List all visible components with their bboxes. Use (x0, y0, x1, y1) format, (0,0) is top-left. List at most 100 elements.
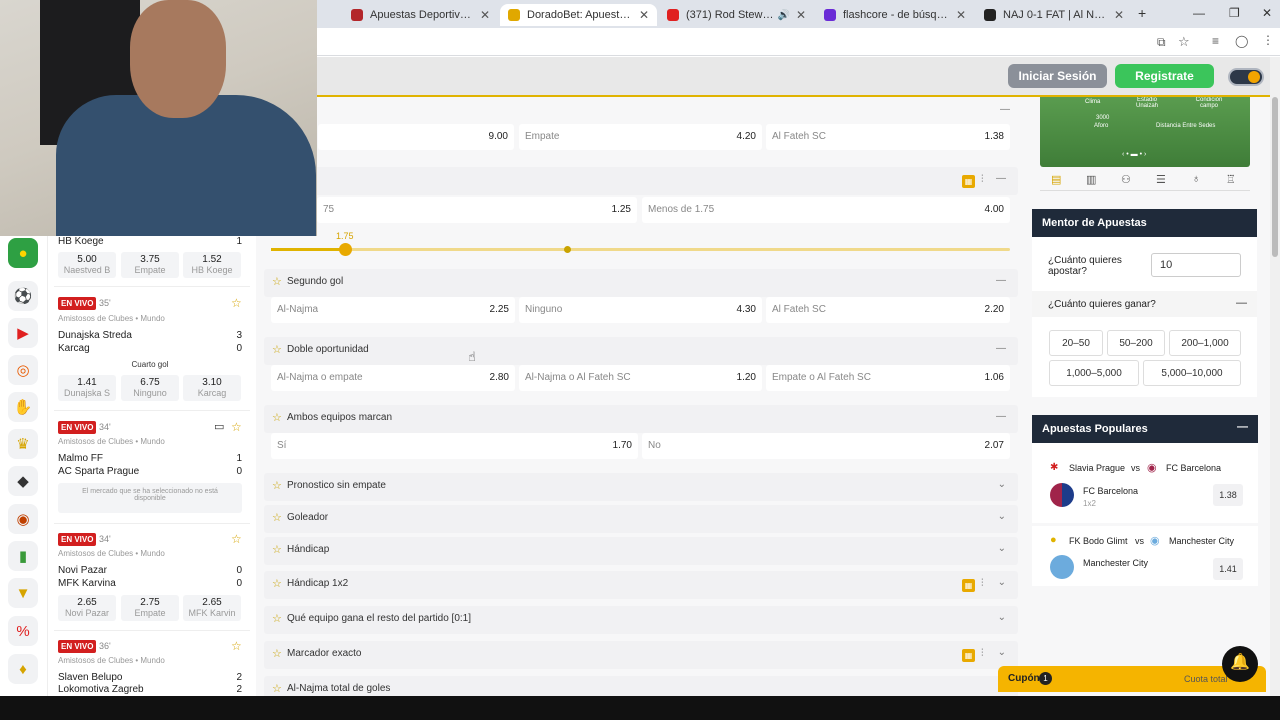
close-icon[interactable]: ✕ (480, 8, 490, 22)
field-icon[interactable]: ▤ (1051, 173, 1061, 186)
odd-button[interactable]: Al Fateh SC 2.20 (766, 297, 1010, 323)
browser-tab[interactable]: NAJ 0-1 FAT | Al Najma vs Al Fa ✕ (976, 4, 1132, 26)
odd-button[interactable]: 5.00 Naestved B (58, 252, 116, 278)
menu-icon[interactable]: ⋮ (1262, 33, 1274, 47)
odd-button[interactable]: 9.00 (318, 124, 514, 150)
medal-icon[interactable]: ♦ (8, 654, 38, 684)
close-icon[interactable]: ✕ (639, 8, 649, 22)
chevron-down-icon[interactable]: ⌄ (998, 479, 1006, 490)
playlist-icon[interactable]: ≡ (1212, 34, 1219, 48)
cup-icon[interactable]: ▼ (8, 578, 38, 608)
odd-button[interactable]: 1.38 (1213, 484, 1243, 506)
collapse-icon[interactable]: — (996, 411, 1006, 422)
page-scrollbar[interactable] (1270, 57, 1280, 696)
close-icon[interactable]: ✕ (956, 8, 966, 22)
collapse-icon[interactable]: — (996, 275, 1006, 286)
odd-button[interactable]: Empate 4.20 (519, 124, 762, 150)
star-icon[interactable]: ☆ (272, 511, 282, 524)
globe-icon[interactable]: ◉ (8, 504, 38, 534)
odd-button[interactable]: 2.75 Empate (121, 595, 179, 621)
chevron-down-icon[interactable]: ⌄ (998, 647, 1006, 658)
favorite-star-icon[interactable]: ☆ (231, 296, 242, 310)
list-icon[interactable]: ☰ (1156, 173, 1166, 186)
market-header[interactable]: ☆ Segundo gol — (264, 269, 1018, 297)
settings-sliders-icon[interactable]: ⫶ (981, 648, 984, 659)
odd-button[interactable]: Empate o Al Fateh SC 1.06 (766, 365, 1010, 391)
odd-button[interactable]: 6.75 Ninguno (121, 375, 179, 401)
microphone-icon[interactable]: ♁ (1192, 173, 1200, 185)
popular-bet-card[interactable]: ✱ Slavia Prague vs ◉ FC Barcelona FC Bar… (1032, 443, 1258, 523)
theme-toggle[interactable] (1228, 68, 1264, 86)
settings-sliders-icon[interactable]: ⫶ (981, 174, 984, 185)
slider-handle[interactable] (339, 243, 352, 256)
market-header[interactable]: ☆ Doble oportunidad — (264, 337, 1018, 365)
collapse-icon[interactable]: — (1000, 104, 1010, 115)
percent-icon[interactable]: % (8, 616, 38, 646)
odd-button[interactable]: 1.52 HB Koege (183, 252, 241, 278)
target-icon[interactable]: ◎ (8, 355, 38, 385)
favorite-star-icon[interactable]: ☆ (231, 639, 242, 653)
favorite-star-icon[interactable]: ☆ (231, 532, 242, 546)
market-header-collapsed[interactable]: ☆ Al-Najma total de goles (264, 676, 1018, 696)
range-button[interactable]: 50–200 (1107, 330, 1165, 356)
collapse-icon[interactable]: — (1236, 297, 1247, 309)
range-button[interactable]: 1,000–5,000 (1049, 360, 1139, 386)
hand-icon[interactable]: ✋ (8, 392, 38, 422)
range-button[interactable]: 20–50 (1049, 330, 1103, 356)
odd-button[interactable]: 2.65 MFK Karvin (183, 595, 241, 621)
amount-input[interactable]: 10 (1151, 253, 1241, 277)
star-icon[interactable]: ☆ (272, 543, 282, 556)
browser-tab[interactable]: (371) Rod Stewart - Passion 🔊 ✕ (659, 4, 814, 26)
carousel-dots[interactable]: ‹ • ▬ • › (1122, 151, 1168, 158)
close-icon[interactable]: ✕ (796, 8, 806, 22)
star-icon[interactable]: ☆ (272, 411, 282, 424)
market-header[interactable]: ☆ Ambos equipos marcan — (264, 405, 1018, 433)
odd-button[interactable]: 75 1.25 (317, 197, 637, 223)
market-header-collapsed[interactable]: ☆ Qué equipo gana el resto del partido [0… (264, 606, 1018, 634)
gamepad-icon[interactable]: ◆ (8, 466, 38, 496)
close-icon[interactable]: ✕ (1114, 8, 1124, 22)
star-icon[interactable]: ☆ (272, 647, 282, 660)
market-header-collapsed[interactable]: ☆ Hándicap 1x2 ▦ ⫶ ⌄ (264, 571, 1018, 599)
notification-bell-icon[interactable]: 🔔 (1222, 646, 1258, 682)
trophy-icon[interactable]: ♖ (1226, 173, 1236, 186)
favorite-star-icon[interactable]: ☆ (231, 420, 242, 434)
maximize-button[interactable]: ❐ (1229, 6, 1240, 20)
register-button[interactable]: Registrate (1115, 64, 1214, 88)
stats-chart-icon[interactable]: ▥ (1086, 173, 1096, 186)
chevron-down-icon[interactable]: ⌄ (998, 577, 1006, 588)
browser-tab[interactable]: flashcore - de búsqueda ✕ (816, 4, 974, 26)
popular-bet-card[interactable]: ● FK Bodo Glimt vs ◉ Manchester City Man… (1032, 526, 1258, 586)
collapse-icon[interactable]: — (996, 173, 1006, 184)
new-tab-button[interactable]: + (1138, 5, 1146, 21)
odd-button[interactable]: Sí 1.70 (271, 433, 638, 459)
line-slider-track[interactable] (271, 243, 1010, 256)
odd-button[interactable]: Menos de 1.75 4.00 (642, 197, 1010, 223)
scrollbar-thumb[interactable] (1272, 97, 1278, 257)
odd-button[interactable]: 1.41 Dunajska S (58, 375, 116, 401)
settings-sliders-icon[interactable]: ⫶ (981, 578, 984, 589)
odd-button[interactable]: Al-Najma o empate 2.80 (271, 365, 515, 391)
collapse-icon[interactable]: — (1237, 421, 1248, 433)
minimize-button[interactable]: — (1193, 6, 1205, 20)
grid-view-icon[interactable]: ▦ (962, 649, 975, 662)
odd-button[interactable]: 3.10 Karcag (183, 375, 241, 401)
soccer-ball-icon[interactable]: ⚽ (8, 281, 38, 311)
market-header-collapsed[interactable]: ☆ Goleador ⌄ (264, 505, 1018, 533)
browser-tab-active[interactable]: DoradoBet: Apuestas y Casino ✕ (500, 4, 657, 26)
browser-tab[interactable]: Apuestas Deportivas Online | A ✕ (343, 4, 498, 26)
trophy-icon[interactable]: ♛ (8, 429, 38, 459)
collapse-icon[interactable]: — (996, 343, 1006, 354)
live-play-icon[interactable]: ▶ (8, 318, 38, 348)
odd-button[interactable]: 1.41 (1213, 558, 1243, 580)
install-icon[interactable]: ⧉ (1157, 35, 1166, 50)
star-icon[interactable]: ☆ (272, 479, 282, 492)
market-header-collapsed[interactable]: ☆ Hándicap ⌄ (264, 537, 1018, 565)
star-icon[interactable]: ☆ (272, 612, 282, 625)
market-header-total[interactable]: ▦ ⫶ — (264, 167, 1018, 195)
star-icon[interactable]: ☆ (272, 577, 282, 590)
chevron-down-icon[interactable]: ⌄ (998, 511, 1006, 522)
range-button[interactable]: 200–1,000 (1169, 330, 1241, 356)
profile-icon[interactable]: ◯ (1235, 34, 1248, 48)
win-question-row[interactable]: ¿Cuánto quieres ganar? — (1032, 291, 1257, 317)
